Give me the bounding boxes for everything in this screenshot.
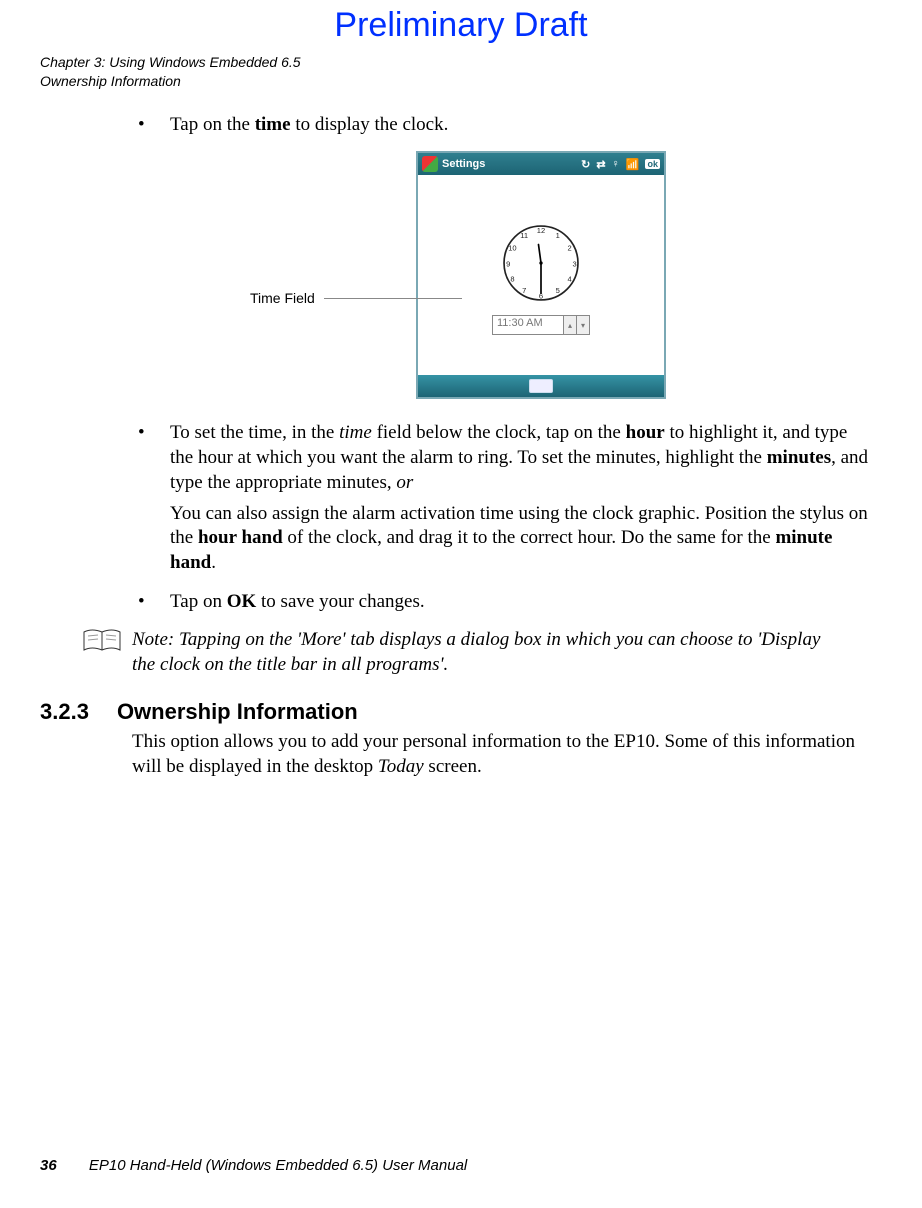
italic-time: time [339, 422, 372, 443]
note-label: Note: [132, 629, 174, 650]
running-head: Chapter 3: Using Windows Embedded 6.5 Ow… [40, 53, 882, 91]
bullet-set-time: To set the time, in the time field below… [132, 421, 874, 575]
text: To set the time, in the [170, 422, 339, 443]
bold-hour-hand: hour hand [198, 527, 283, 548]
text: screen. [424, 756, 482, 777]
clock-num-3: 3 [572, 260, 576, 269]
time-value[interactable]: 11:30 AM [493, 316, 563, 334]
clock-num-9: 9 [506, 260, 510, 269]
italic-today: Today [378, 756, 424, 777]
bullet-set-time-alt: You can also assign the alarm activation… [170, 502, 874, 576]
titlebar-left: Settings [422, 156, 485, 172]
content-area: Tap on the time to display the clock. Ti… [132, 113, 874, 780]
book-icon [82, 628, 122, 654]
callout-leader-line [324, 298, 462, 299]
analog-clock[interactable]: 12 1 2 3 4 5 6 7 8 9 10 11 [499, 221, 583, 305]
clock-num-2: 2 [567, 244, 571, 253]
text: Tap on the [170, 114, 255, 135]
clock-num-8: 8 [510, 275, 514, 284]
section-title: Ownership Information [117, 698, 358, 727]
connection-icon[interactable]: ⇄ [596, 158, 605, 171]
antenna-icon[interactable]: ♀ [612, 158, 620, 170]
clock-num-4: 4 [567, 275, 571, 284]
sync-icon[interactable]: ↻ [581, 158, 590, 171]
time-field[interactable]: 11:30 AM ▴ ▾ [492, 315, 590, 335]
text: to save your changes. [256, 591, 424, 612]
callout-time-field: Time Field [250, 289, 315, 307]
bullet-tap-time: Tap on the time to display the clock. [132, 113, 874, 138]
time-spinner: ▴ ▾ [563, 316, 589, 334]
bullet-list-1: Tap on the time to display the clock. [132, 113, 874, 138]
device-body: 12 1 2 3 4 5 6 7 8 9 10 11 [418, 175, 664, 375]
bottom-menubar [418, 375, 664, 397]
note-text: Note: Tapping on the 'More' tab displays… [132, 628, 832, 677]
section-number: 3.2.3 [40, 698, 89, 727]
page-footer: 36 EP10 Hand-Held (Windows Embedded 6.5)… [40, 1157, 467, 1174]
clock-num-12: 12 [537, 226, 545, 235]
italic-or: or [396, 472, 413, 493]
start-flag-icon[interactable] [422, 156, 438, 172]
note-body: Tapping on the 'More' tab displays a dia… [132, 629, 820, 675]
text: Tap on [170, 591, 227, 612]
page: Preliminary Draft Chapter 3: Using Windo… [0, 0, 922, 1208]
clock-num-5: 5 [556, 287, 560, 296]
bold-minutes: min­utes [767, 447, 831, 468]
clock-num-11: 11 [520, 231, 528, 240]
bullet-tap-ok: Tap on OK to save your changes. [132, 590, 874, 615]
titlebar-title: Settings [442, 158, 485, 170]
page-number: 36 [40, 1157, 57, 1174]
bullet-list-2: To set the time, in the time field below… [132, 421, 874, 614]
clock-num-10: 10 [508, 244, 516, 253]
clock-num-1: 1 [556, 231, 560, 240]
note: Note: Tapping on the 'More' tab displays… [82, 628, 874, 677]
volume-icon[interactable]: 📶 [626, 158, 640, 171]
section-heading: 3.2.3 Ownership Information [40, 698, 874, 727]
bold-time: time [255, 114, 291, 135]
spin-down-button[interactable]: ▾ [576, 316, 589, 334]
ok-button[interactable]: ok [645, 159, 660, 169]
text: to display the clock. [291, 114, 449, 135]
titlebar: Settings ↻ ⇄ ♀ 📶 ok [418, 153, 664, 175]
text: This option allows you to add your perso… [132, 731, 855, 777]
device-screenshot: Settings ↻ ⇄ ♀ 📶 ok 12 1 2 [416, 151, 666, 399]
titlebar-status-icons: ↻ ⇄ ♀ 📶 ok [581, 158, 660, 171]
section-body: This option allows you to add your perso… [132, 730, 874, 779]
text: . [211, 552, 216, 573]
preliminary-draft-label: Preliminary Draft [40, 0, 882, 45]
keyboard-icon[interactable] [529, 379, 553, 393]
text: field below the clock, tap on the [372, 422, 626, 443]
bold-hour: hour [626, 422, 665, 443]
spin-up-button[interactable]: ▴ [563, 316, 576, 334]
section-line: Ownership Information [40, 72, 882, 91]
bold-ok: OK [227, 591, 257, 612]
clock-num-7: 7 [522, 287, 526, 296]
figure: Time Field Settings ↻ ⇄ ♀ 📶 ok [132, 151, 874, 399]
chapter-line: Chapter 3: Using Windows Embedded 6.5 [40, 53, 882, 72]
text: of the clock, and drag it to the correct… [283, 527, 776, 548]
manual-title: EP10 Hand-Held (Windows Embedded 6.5) Us… [89, 1157, 467, 1174]
